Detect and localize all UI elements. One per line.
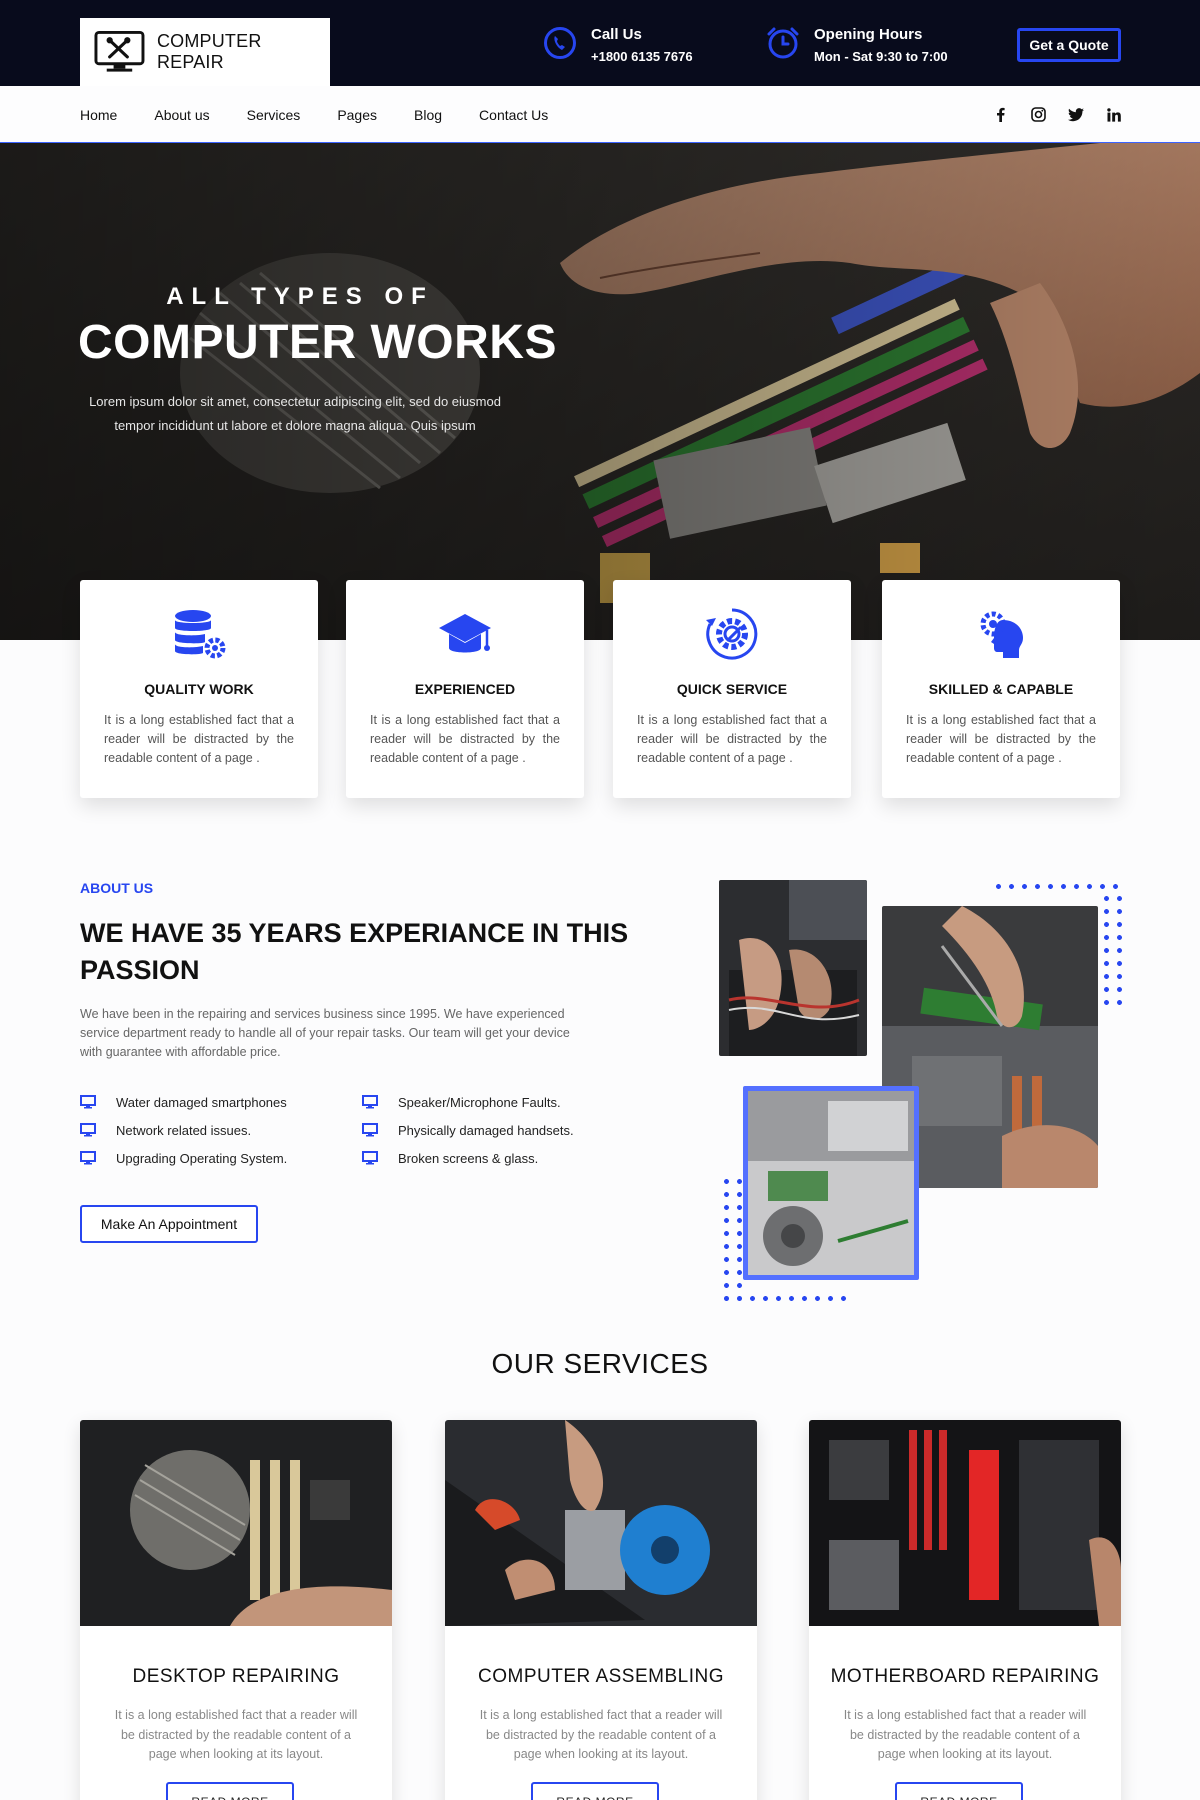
monitor-icon — [80, 1095, 96, 1109]
head-gear-icon — [980, 611, 1023, 658]
decorative-dots — [1100, 892, 1122, 1012]
list-item-text: Broken screens & glass. — [398, 1150, 539, 1166]
feature-title: QUICK SERVICE — [676, 681, 788, 697]
read-more-button[interactable]: READ MORE — [895, 1782, 1023, 1800]
call-us-number[interactable]: +1800 6135 7676 — [591, 49, 693, 64]
about-photo-laptop-open — [743, 1086, 919, 1280]
graduation-cap-icon — [439, 614, 491, 653]
monitor-tools-icon — [94, 30, 145, 72]
feature-title: EXPERIENCED — [414, 681, 516, 697]
service-title: COMPUTER ASSEMBLING — [478, 1666, 724, 1687]
nav-services[interactable]: Services — [247, 107, 301, 123]
service-text: It is a long established fact that a rea… — [114, 1708, 358, 1761]
alarm-clock-icon — [767, 27, 799, 59]
feature-card-quality-work: QUALITY WORK It is a long established fa… — [80, 580, 318, 798]
about-description: We have been in the repairing and servic… — [80, 1007, 570, 1059]
decorative-dots — [720, 1292, 850, 1306]
read-more-button[interactable]: READ MORE — [531, 1782, 659, 1800]
list-item-text: Upgrading Operating System. — [116, 1150, 288, 1166]
service-checklist: Water damaged smartphones Speaker/Microp… — [80, 1094, 600, 1166]
feature-card-quick-service: QUICK SERVICE It is a long established f… — [613, 580, 851, 798]
logo-text: COMPUTER REPAIR — [156, 31, 262, 72]
list-item-text: Network related issues. — [116, 1122, 252, 1138]
service-text: It is a long established fact that a rea… — [843, 1708, 1087, 1761]
list-item: Network related issues. — [80, 1122, 362, 1138]
feature-title: QUALITY WORK — [144, 681, 254, 697]
database-gear-icon — [175, 610, 226, 659]
feature-text: It is a long established fact that a rea… — [906, 713, 1096, 765]
monitor-icon — [362, 1095, 378, 1109]
nav-contact-us[interactable]: Contact Us — [479, 107, 548, 123]
top-bar: COMPUTER REPAIR Call Us +1800 6135 7676 … — [0, 0, 1200, 86]
feature-title: SKILLED & CAPABLE — [928, 681, 1074, 697]
nav-blog[interactable]: Blog — [414, 107, 442, 123]
make-appointment-button[interactable]: Make An Appointment — [80, 1205, 258, 1243]
main-nav: Home About us Services Pages Blog Contac… — [0, 86, 1200, 143]
call-us-block: Call Us +1800 6135 7676 — [543, 26, 693, 64]
list-item: Physically damaged handsets. — [362, 1122, 600, 1138]
instagram-icon[interactable] — [1030, 107, 1046, 123]
service-image — [445, 1420, 757, 1626]
monitor-icon — [362, 1123, 378, 1137]
list-item: Speaker/Microphone Faults. — [362, 1094, 600, 1110]
decorative-dots — [720, 1175, 742, 1305]
hero-eyebrow: ALL TYPES OF — [166, 283, 434, 310]
hero-title: COMPUTER WORKS — [78, 316, 557, 369]
hero-description: Lorem ipsum dolor sit amet, consectetur … — [89, 394, 501, 433]
service-image — [809, 1420, 1121, 1626]
list-item: Upgrading Operating System. — [80, 1150, 362, 1166]
list-item-text: Water damaged smartphones — [116, 1094, 287, 1110]
feature-text: It is a long established fact that a rea… — [370, 713, 560, 765]
opening-hours-title: Opening Hours — [814, 26, 923, 43]
service-image — [80, 1420, 392, 1626]
phone-icon — [544, 27, 576, 59]
list-item-text: Physically damaged handsets. — [398, 1122, 574, 1138]
list-item: Broken screens & glass. — [362, 1150, 600, 1166]
hero-banner: ALL TYPES OF COMPUTER WORKS Lorem ipsum … — [0, 143, 1200, 640]
services-title: OUR SERVICES — [491, 1348, 709, 1379]
list-item-text: Speaker/Microphone Faults. — [398, 1094, 561, 1110]
linkedin-icon[interactable] — [1106, 107, 1122, 123]
get-quote-button[interactable]: Get a Quote — [1017, 28, 1121, 62]
feature-text: It is a long established fact that a rea… — [104, 713, 294, 765]
read-more-button[interactable]: READ MORE — [166, 1782, 294, 1800]
feature-text: It is a long established fact that a rea… — [637, 713, 827, 765]
feature-card-skilled-capable: SKILLED & CAPABLE It is a long establish… — [882, 580, 1120, 798]
facebook-icon[interactable] — [992, 107, 1008, 123]
nav-pages[interactable]: Pages — [337, 107, 377, 123]
service-card-motherboard-repairing: MOTHERBOARD REPAIRING It is a long estab… — [809, 1420, 1121, 1800]
gear-refresh-icon — [706, 608, 758, 660]
monitor-icon — [80, 1151, 96, 1165]
site-logo[interactable]: COMPUTER REPAIR — [80, 18, 330, 86]
monitor-icon — [80, 1123, 96, 1137]
service-text: It is a long established fact that a rea… — [479, 1708, 723, 1761]
monitor-icon — [362, 1151, 378, 1165]
opening-hours-value: Mon - Sat 9:30 to 7:00 — [814, 49, 948, 64]
service-card-desktop-repairing: DESKTOP REPAIRING It is a long establish… — [80, 1420, 392, 1800]
service-title: DESKTOP REPAIRING — [132, 1666, 340, 1687]
call-us-title: Call Us — [591, 26, 642, 43]
about-photo-cables — [719, 880, 867, 1056]
about-title: WE HAVE 35 YEARS EXPERIANCE IN THIS PASS… — [80, 918, 629, 985]
feature-card-experienced: EXPERIENCED It is a long established fac… — [346, 580, 584, 798]
list-item: Water damaged smartphones — [80, 1094, 362, 1110]
opening-hours-block: Opening Hours Mon - Sat 9:30 to 7:00 — [766, 26, 948, 64]
about-label: ABOUT US — [80, 880, 154, 896]
nav-home[interactable]: Home — [80, 107, 117, 123]
nav-about-us[interactable]: About us — [154, 107, 209, 123]
service-title: MOTHERBOARD REPAIRING — [830, 1666, 1100, 1687]
twitter-icon[interactable] — [1068, 107, 1084, 123]
service-card-computer-assembling: COMPUTER ASSEMBLING It is a long establi… — [445, 1420, 757, 1800]
